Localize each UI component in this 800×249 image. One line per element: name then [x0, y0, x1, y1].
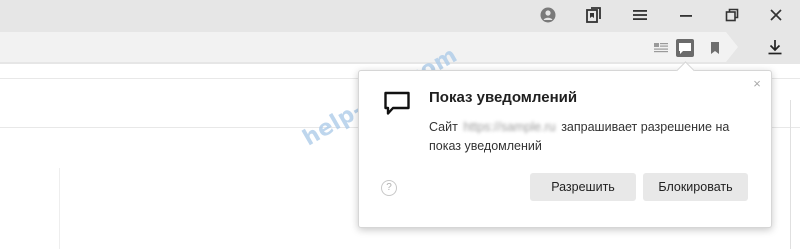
downloads-button[interactable]: [760, 32, 790, 62]
reader-mode-button[interactable]: [652, 39, 670, 57]
download-icon: [768, 40, 782, 55]
block-button[interactable]: Блокировать: [643, 173, 748, 201]
message-prefix: Сайт: [429, 120, 458, 134]
profile-button[interactable]: [528, 0, 568, 30]
popup-arrow: [676, 61, 695, 80]
bookmarks-manager-button[interactable]: [574, 0, 614, 30]
notification-permission-button[interactable]: [676, 39, 694, 57]
minimize-icon: [680, 15, 692, 17]
notification-icon: [679, 42, 691, 54]
bookmark-button[interactable]: [706, 39, 724, 57]
page-divider: [59, 168, 60, 249]
close-icon: [770, 9, 782, 21]
page-scroll-edge: [790, 100, 791, 249]
minimize-button[interactable]: [666, 0, 706, 30]
bookmarks-manager-icon: [586, 7, 601, 23]
address-bar[interactable]: [0, 32, 738, 62]
popup-title: Показ уведомлений: [429, 89, 578, 106]
allow-button[interactable]: Разрешить: [530, 173, 636, 201]
popup-message: Сайт https://sample.ru запрашивает разре…: [429, 118, 749, 156]
reader-mode-icon: [654, 43, 668, 53]
help-icon[interactable]: ?: [381, 180, 397, 196]
bookmark-icon: [711, 42, 719, 54]
profile-icon: [540, 7, 556, 23]
restore-icon: [725, 8, 739, 22]
notification-permission-popup: × Показ уведомлений Сайт https://sample.…: [358, 61, 772, 228]
notification-icon: [384, 91, 410, 115]
popup-close-button[interactable]: ×: [751, 76, 763, 91]
close-icon: ×: [753, 76, 761, 91]
restore-button[interactable]: [712, 0, 752, 30]
menu-button[interactable]: [620, 0, 660, 30]
menu-icon: [633, 10, 647, 20]
window-titlebar: [0, 0, 800, 30]
address-bar-row: [0, 30, 800, 64]
site-domain: https://sample.ru: [463, 120, 556, 134]
close-window-button[interactable]: [756, 0, 796, 30]
